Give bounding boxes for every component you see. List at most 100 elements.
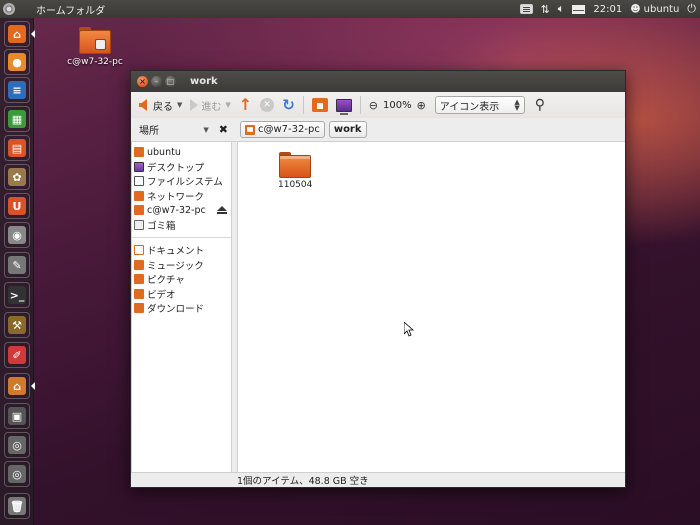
software-center-icon: ✿ [8,168,26,186]
sidebar-item-music[interactable]: ミュージック [132,258,231,273]
up-button[interactable]: ↑ [236,94,255,116]
folder-name: 110504 [278,180,313,190]
breadcrumb-work[interactable]: work [328,121,367,138]
window-titlebar[interactable]: × – □ work [131,71,625,92]
sidebar-item-trash[interactable]: ゴミ箱 [132,218,231,233]
forward-button[interactable]: 進む ▼ [187,94,233,116]
volume-icon[interactable]: 🔈︎ [558,2,565,16]
computer-icon [335,98,352,115]
top-panel: ホームフォルダ ⇅ 🔈︎ 22:01 ☻ ubuntu ⏻ [0,0,700,18]
file-view[interactable]: 110504 [237,142,625,474]
sidebar-item-label: ダウンロード [147,304,205,316]
launcher-item-software-center[interactable]: ✿ [4,164,30,190]
reload-icon: ↻ [282,95,295,114]
system-tray: ⇅ 🔈︎ 22:01 ☻ ubuntu ⏻ [519,0,696,18]
sidebar-devices: ubuntu デスクトップファイルシステム ネットワーク c@w7-32-pc ゴミ箱 [132,142,231,235]
network-icon[interactable]: ⇅ [541,3,550,16]
sidebar-item-vid[interactable]: ビデオ [132,287,231,302]
close-sidebar-icon[interactable]: ✖ [219,123,228,136]
search-apps-icon: ◎ [8,436,26,454]
sidebar-item-label: ピクチャ [147,275,185,287]
launcher-item-calc[interactable]: ▦ [4,106,30,132]
launcher-item-search-apps[interactable]: ◎ [4,432,30,458]
computer-button[interactable] [333,94,355,116]
reload-button[interactable]: ↻ [279,94,298,116]
network-drive-icon [245,124,255,135]
sidebar-item-label: ビデオ [147,289,176,301]
stop-button[interactable]: ✕ [257,94,277,116]
smb-icon [134,205,144,216]
eject-icon[interactable] [217,206,227,214]
launcher-item-writer[interactable]: ≡ [4,77,30,103]
launcher: ⌂ ● ≡ ▦ ▤ ✿ U ◉ ✎ >_ ⚒ ✐ ⌂ ▣ ◎ ◎ 🗑︎ [0,18,35,525]
trash-icon [134,219,144,230]
launcher-item-archive-folder[interactable]: ⌂ [4,373,30,399]
sidebar-item-doc[interactable]: ドキュメント [132,243,231,258]
forward-arrow-icon [190,99,199,111]
launcher-item-screenshot[interactable]: ◉ [4,222,30,248]
running-indicator [31,30,35,38]
breadcrumb-label: work [333,124,362,135]
archive-folder-icon: ⌂ [8,377,26,395]
sidebar-item-dl[interactable]: ダウンロード [132,301,231,316]
zoom-level[interactable]: 100% [383,100,412,111]
launcher-item-pencils[interactable]: ✐ [4,342,30,368]
trash-icon: 🗑︎ [8,497,26,515]
network-folder-icon [79,27,111,55]
breadcrumb-share[interactable]: c@w7-32-pc [240,121,325,138]
power-icon[interactable]: ⏻ [687,2,696,16]
writer-icon: ≡ [8,81,26,99]
search-icon[interactable]: ⚲ [535,97,545,113]
mail-icon[interactable] [572,4,586,14]
sidebar-item-smb[interactable]: c@w7-32-pc [132,203,231,218]
ubuntu-one-icon: U [8,197,26,215]
maximize-button[interactable]: □ [165,76,176,87]
home-button[interactable] [309,94,331,116]
ubuntu-logo-icon[interactable] [0,0,18,18]
zoom-out-button[interactable]: ⊖ [366,94,381,116]
launcher-item-ubuntu-one[interactable]: U [4,193,30,219]
sidebar-item-label: ファイルシステム [147,177,223,189]
toolbar-separator [359,96,361,114]
sidebar-item-fs[interactable]: ファイルシステム [132,174,231,189]
sidebar-item-desk[interactable]: デスクトップ [132,160,231,175]
places-header[interactable]: 場所 ▼ ✖ [131,122,236,137]
launcher-item-search-files[interactable]: ◎ [4,461,30,487]
user-menu[interactable]: ☻ ubuntu [630,4,679,15]
launcher-item-terminal[interactable]: >_ [4,282,30,308]
back-history-caret-icon[interactable]: ▼ [177,101,182,109]
keyboard-indicator-icon[interactable] [519,4,533,14]
folder-item[interactable]: 110504 [278,152,312,190]
clock[interactable]: 22:01 [593,4,622,15]
sidebar-item-label: ドキュメント [147,246,205,258]
launcher-item-firefox[interactable]: ● [4,49,30,75]
pencils-icon: ✐ [8,346,26,364]
sidebar-item-home[interactable]: ubuntu [132,145,231,160]
home-folder-icon: ⌂ [8,25,26,43]
launcher-item-workspaces[interactable]: ▣ [4,403,30,429]
sidebar-item-label: c@w7-32-pc [147,204,206,216]
select-arrows-icon: ▲ ▼ [514,98,520,112]
launcher-item-tools[interactable]: ⚒ [4,312,30,338]
close-button[interactable]: × [137,76,148,87]
places-dropdown-icon[interactable]: ▼ [203,126,208,134]
launcher-item-home-folder[interactable]: ⌂ [4,21,30,47]
launcher-item-impress[interactable]: ▤ [4,135,30,161]
minimize-button[interactable]: – [151,76,162,87]
launcher-item-text-editor[interactable]: ✎ [4,252,30,278]
calc-icon: ▦ [8,110,26,128]
view-mode-select[interactable]: アイコン表示 ▲ ▼ [434,96,525,114]
stop-icon: ✕ [260,98,275,112]
back-button[interactable]: 戻る ▼ [135,94,185,116]
desktop-icon-network-share[interactable]: c@w7-32-pc [64,27,126,67]
desk-icon [134,161,144,172]
user-name: ubuntu [643,3,680,15]
sidebar-item-net[interactable]: ネットワーク [132,189,231,204]
forward-history-caret-icon[interactable]: ▼ [225,101,230,109]
window-content: ubuntu デスクトップ ファイルシステム ネットワーク c@w7-32-pc ゴミ箱 … [131,142,625,474]
zoom-in-button[interactable]: ⊕ [414,94,429,116]
impress-icon: ▤ [8,139,26,157]
doc-icon [134,245,144,256]
sidebar-item-pic[interactable]: ピクチャ [132,272,231,287]
launcher-item-trash[interactable]: 🗑︎ [4,493,30,519]
